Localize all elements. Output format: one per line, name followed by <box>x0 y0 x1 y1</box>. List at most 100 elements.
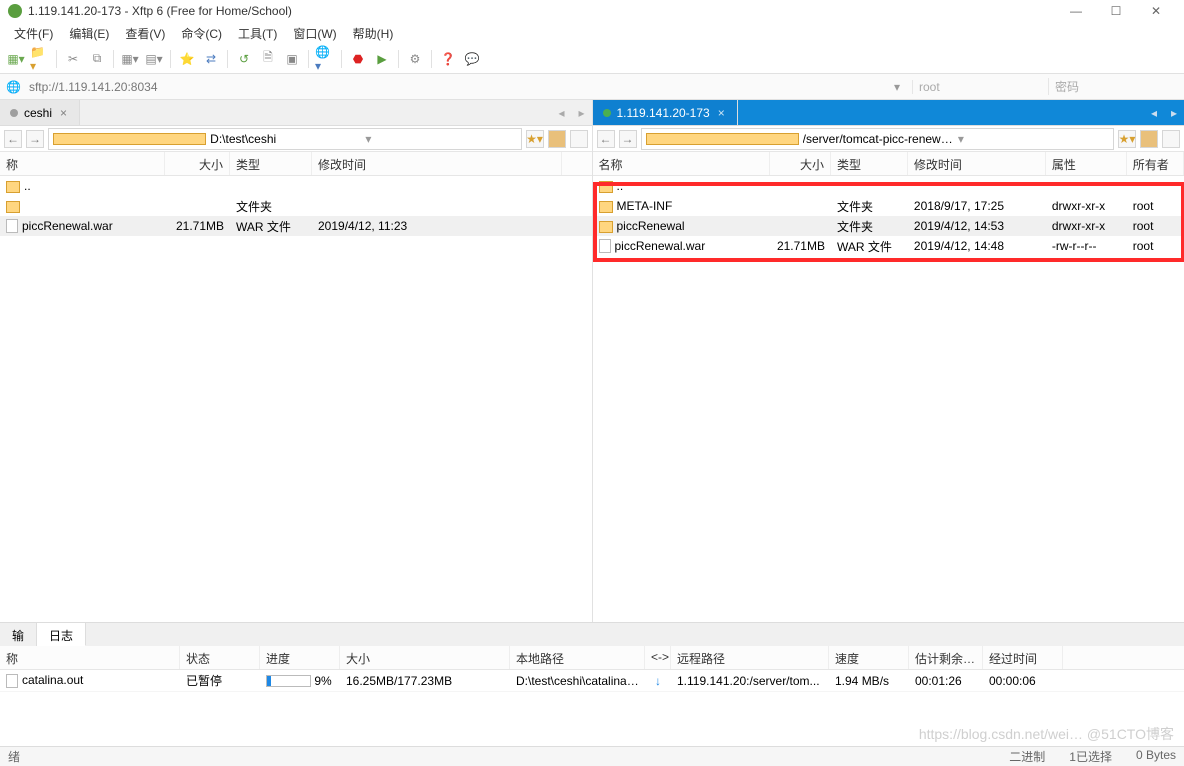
play-icon[interactable]: ▶ <box>372 49 392 69</box>
fwd-button[interactable]: → <box>619 130 637 148</box>
gear-icon[interactable]: ⚙ <box>405 49 425 69</box>
tcol-speed[interactable]: 速度 <box>829 646 909 669</box>
fwd-button[interactable]: → <box>26 130 44 148</box>
col-perm[interactable]: 属性 <box>1046 152 1127 175</box>
view2-icon[interactable]: ▤▾ <box>144 49 164 69</box>
list-item[interactable]: 文件夹 <box>0 196 592 216</box>
tcol-size[interactable]: 大小 <box>340 646 510 669</box>
list-item[interactable]: META-INF文件夹2018/9/17, 17:25drwxr-xr-xroo… <box>593 196 1184 216</box>
refresh2-button[interactable] <box>570 130 588 148</box>
refresh2-button[interactable] <box>1162 130 1180 148</box>
local-grid-body[interactable]: ..文件夹piccRenewal.war21.71MBWAR 文件2019/4/… <box>0 176 592 622</box>
col-name[interactable]: 名称 <box>593 152 770 175</box>
remote-grid-body[interactable]: ..META-INF文件夹2018/9/17, 17:25drwxr-xr-xr… <box>593 176 1184 622</box>
tcol-arrow[interactable]: <-> <box>645 646 671 669</box>
col-own[interactable]: 所有者 <box>1127 152 1184 175</box>
tcol-eta[interactable]: 估计剩余… <box>909 646 983 669</box>
list-item[interactable]: piccRenewal.war21.71MBWAR 文件2019/4/12, 1… <box>0 216 592 236</box>
menu-view[interactable]: 查看(V) <box>117 25 173 42</box>
status-dot <box>10 109 18 117</box>
help-icon[interactable]: ❓ <box>438 49 458 69</box>
tcol-status[interactable]: 状态 <box>180 646 260 669</box>
tab-prev[interactable]: ◂ <box>552 100 572 125</box>
status-left: 绪 <box>8 748 20 765</box>
star-button[interactable]: ★▾ <box>1118 130 1136 148</box>
transfer-body[interactable]: catalina.out已暂停 9%16.25MB/177.23MBD:\tes… <box>0 670 1184 714</box>
col-size[interactable]: 大小 <box>165 152 230 175</box>
local-tab[interactable]: ceshi × <box>0 100 80 125</box>
address-input[interactable] <box>27 78 888 96</box>
list-item[interactable]: .. <box>0 176 592 196</box>
remote-tabs: 1.119.141.20-173 × ◂ ▸ <box>593 100 1184 126</box>
local-path: D:\test\ceshi <box>210 132 361 146</box>
proto-icon: 🌐 <box>6 80 21 94</box>
tab-next[interactable]: ▸ <box>1164 100 1184 125</box>
menu-tools[interactable]: 工具(T) <box>230 25 285 42</box>
list-item[interactable]: piccRenewal文件夹2019/4/12, 14:53drwxr-xr-x… <box>593 216 1184 236</box>
folder-icon <box>53 133 206 145</box>
list-item[interactable]: piccRenewal.war21.71MBWAR 文件2019/4/12, 1… <box>593 236 1184 256</box>
local-path-combo[interactable]: D:\test\ceshi ▾ <box>48 128 522 150</box>
new-session-icon[interactable]: ▦▾ <box>6 49 26 69</box>
menu-bar: 文件(F) 编辑(E) 查看(V) 命令(C) 工具(T) 窗口(W) 帮助(H… <box>0 22 1184 44</box>
remote-tab[interactable]: 1.119.141.20-173 × <box>593 100 738 125</box>
tab-transfer[interactable]: 输 <box>0 623 37 646</box>
transfer-icon[interactable]: ⇄ <box>201 49 221 69</box>
col-name[interactable]: 称 <box>0 152 165 175</box>
globe-icon[interactable]: 🌐▾ <box>315 49 335 69</box>
address-dropdown[interactable]: ▾ <box>894 80 906 94</box>
back-button[interactable]: ← <box>4 130 22 148</box>
col-type[interactable]: 类型 <box>831 152 908 175</box>
maximize-button[interactable]: ☐ <box>1096 1 1136 21</box>
tcol-local[interactable]: 本地路径 <box>510 646 645 669</box>
menu-window[interactable]: 窗口(W) <box>285 25 344 42</box>
back-button[interactable]: ← <box>597 130 615 148</box>
tab-log[interactable]: 日志 <box>37 623 86 646</box>
tcol-elapsed[interactable]: 经过时间 <box>983 646 1063 669</box>
tcol-name[interactable]: 称 <box>0 646 180 669</box>
tab-label: ceshi <box>24 106 52 120</box>
tcol-remote[interactable]: 远程路径 <box>671 646 829 669</box>
pass-field[interactable]: 密码 <box>1048 78 1178 95</box>
sync-icon[interactable]: 🗎 <box>258 49 278 69</box>
watermark: https://blog.csdn.net/wei… @51CTO博客 <box>919 724 1174 744</box>
refresh-icon[interactable]: ↺ <box>234 49 254 69</box>
menu-help[interactable]: 帮助(H) <box>345 25 402 42</box>
col-mod[interactable]: 修改时间 <box>312 152 562 175</box>
col-type[interactable]: 类型 <box>230 152 312 175</box>
close-icon[interactable]: × <box>58 106 69 120</box>
tab-label: 1.119.141.20-173 <box>617 106 710 120</box>
user-field[interactable]: root <box>912 80 1042 94</box>
remote-path-combo[interactable]: /server/tomcat-picc-renewal/webapps ▾ <box>641 128 1115 150</box>
list-item[interactable]: .. <box>593 176 1184 196</box>
tcol-progress[interactable]: 进度 <box>260 646 340 669</box>
dropdown-icon[interactable]: ▾ <box>958 132 1109 146</box>
close-icon[interactable]: × <box>716 106 727 120</box>
menu-edit[interactable]: 编辑(E) <box>61 25 117 42</box>
copy-icon[interactable]: ⧉ <box>87 49 107 69</box>
stop-icon[interactable]: ⬣ <box>348 49 368 69</box>
status-bar: 绪 二进制 1已选择 0 Bytes <box>0 746 1184 766</box>
home-button[interactable] <box>548 130 566 148</box>
col-mod[interactable]: 修改时间 <box>908 152 1046 175</box>
minimize-button[interactable]: — <box>1056 1 1096 21</box>
menu-file[interactable]: 文件(F) <box>6 25 61 42</box>
transfer-row[interactable]: catalina.out已暂停 9%16.25MB/177.23MBD:\tes… <box>0 670 1184 692</box>
transfer-head: 称 状态 进度 大小 本地路径 <-> 远程路径 速度 估计剩余… 经过时间 <box>0 646 1184 670</box>
star-button[interactable]: ★▾ <box>526 130 544 148</box>
view1-icon[interactable]: ▦▾ <box>120 49 140 69</box>
cut-icon[interactable]: ✂ <box>63 49 83 69</box>
close-button[interactable]: ✕ <box>1136 1 1176 21</box>
tab-prev[interactable]: ◂ <box>1144 100 1164 125</box>
terminal-icon[interactable]: ▣ <box>282 49 302 69</box>
menu-cmd[interactable]: 命令(C) <box>173 25 230 42</box>
chat-icon[interactable]: 💬 <box>462 49 482 69</box>
favorites-icon[interactable]: ⭐ <box>177 49 197 69</box>
col-size[interactable]: 大小 <box>770 152 831 175</box>
tab-next[interactable]: ▸ <box>572 100 592 125</box>
status-dot <box>603 109 611 117</box>
status-bytes: 0 Bytes <box>1136 748 1176 765</box>
dropdown-icon[interactable]: ▾ <box>365 132 516 146</box>
home-button[interactable] <box>1140 130 1158 148</box>
open-icon[interactable]: 📁▾ <box>30 49 50 69</box>
